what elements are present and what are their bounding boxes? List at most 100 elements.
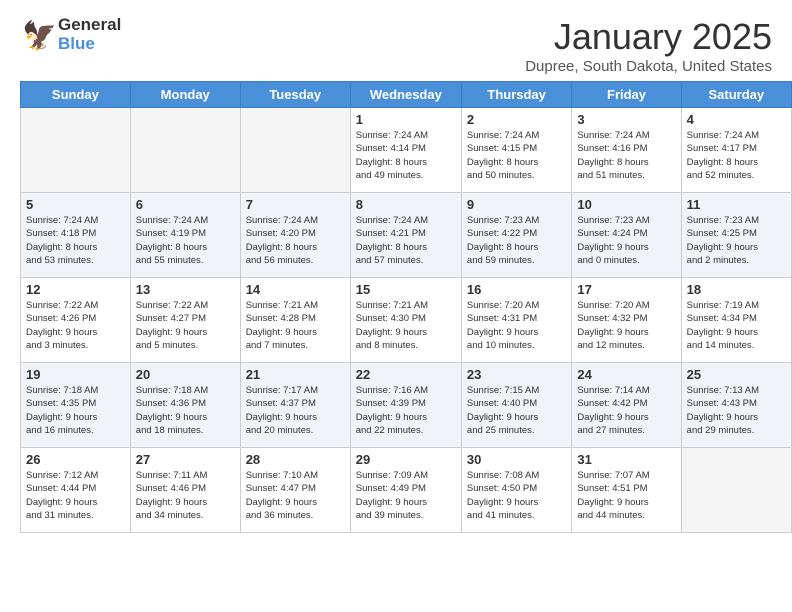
- day-info: Sunrise: 7:15 AM Sunset: 4:40 PM Dayligh…: [467, 384, 566, 437]
- day-number: 28: [246, 452, 345, 467]
- day-number: 1: [356, 112, 456, 127]
- day-number: 17: [577, 282, 675, 297]
- day-cell: 9 Sunrise: 7:23 AM Sunset: 4:22 PM Daylig…: [461, 193, 571, 278]
- weekday-header-monday: Monday: [130, 82, 240, 108]
- day-cell: 23Sunrise: 7:15 AM Sunset: 4:40 PM Dayli…: [461, 363, 571, 448]
- day-number: 25: [687, 367, 786, 382]
- weekday-header-friday: Friday: [572, 82, 681, 108]
- day-number: 22: [356, 367, 456, 382]
- weekday-header-wednesday: Wednesday: [350, 82, 461, 108]
- day-info: Sunrise: 7:14 AM Sunset: 4:42 PM Dayligh…: [577, 384, 675, 437]
- day-cell: 29 Sunrise: 7:09 AM Sunset: 4:49 PM Dayli…: [350, 448, 461, 533]
- day-cell: 13 Sunrise: 7:22 AM Sunset: 4:27 PM Dayli…: [130, 278, 240, 363]
- svg-text:🦅: 🦅: [22, 18, 56, 52]
- day-cell: [21, 108, 131, 193]
- day-number: 9: [467, 197, 566, 212]
- day-cell: 14 Sunrise: 7:21 AM Sunset: 4:28 PM Dayli…: [240, 278, 350, 363]
- day-info: Sunrise: 7:10 AM Sunset: 4:47 PM Dayligh…: [246, 469, 345, 522]
- day-number: 29: [356, 452, 456, 467]
- day-info: Sunrise: 7:11 AM Sunset: 4:46 PM Dayligh…: [136, 469, 235, 522]
- day-cell: 25Sunrise: 7:13 AM Sunset: 4:43 PM Dayli…: [681, 363, 791, 448]
- day-cell: 11Sunrise: 7:23 AM Sunset: 4:25 PM Dayli…: [681, 193, 791, 278]
- location: Dupree, South Dakota, United States: [525, 58, 772, 75]
- month-title: January 2025: [525, 16, 772, 58]
- day-cell: 22 Sunrise: 7:16 AM Sunset: 4:39 PM Dayli…: [350, 363, 461, 448]
- logo-blue: Blue: [58, 35, 121, 54]
- day-cell: 24 Sunrise: 7:14 AM Sunset: 4:42 PM Dayli…: [572, 363, 681, 448]
- day-cell: 5 Sunrise: 7:24 AM Sunset: 4:18 PM Daylig…: [21, 193, 131, 278]
- day-number: 24: [577, 367, 675, 382]
- day-cell: 19Sunrise: 7:18 AM Sunset: 4:35 PM Dayli…: [21, 363, 131, 448]
- day-number: 21: [246, 367, 345, 382]
- day-info: Sunrise: 7:24 AM Sunset: 4:20 PM Dayligh…: [246, 214, 345, 267]
- day-cell: 10 Sunrise: 7:23 AM Sunset: 4:24 PM Dayli…: [572, 193, 681, 278]
- day-number: 14: [246, 282, 345, 297]
- day-info: Sunrise: 7:08 AM Sunset: 4:50 PM Dayligh…: [467, 469, 566, 522]
- title-section: January 2025 Dupree, South Dakota, Unite…: [525, 16, 772, 75]
- day-number: 4: [687, 112, 786, 127]
- day-cell: 30Sunrise: 7:08 AM Sunset: 4:50 PM Dayli…: [461, 448, 571, 533]
- day-info: Sunrise: 7:18 AM Sunset: 4:36 PM Dayligh…: [136, 384, 235, 437]
- day-cell: 4 Sunrise: 7:24 AM Sunset: 4:17 PM Daylig…: [681, 108, 791, 193]
- day-info: Sunrise: 7:24 AM Sunset: 4:16 PM Dayligh…: [577, 129, 675, 182]
- logo-icon: 🦅: [20, 17, 56, 53]
- day-cell: 21Sunrise: 7:17 AM Sunset: 4:37 PM Dayli…: [240, 363, 350, 448]
- day-info: Sunrise: 7:09 AM Sunset: 4:49 PM Dayligh…: [356, 469, 456, 522]
- day-cell: 7 Sunrise: 7:24 AM Sunset: 4:20 PM Daylig…: [240, 193, 350, 278]
- day-number: 31: [577, 452, 675, 467]
- day-info: Sunrise: 7:21 AM Sunset: 4:30 PM Dayligh…: [356, 299, 456, 352]
- day-cell: [681, 448, 791, 533]
- day-number: 3: [577, 112, 675, 127]
- day-number: 19: [26, 367, 125, 382]
- day-info: Sunrise: 7:23 AM Sunset: 4:24 PM Dayligh…: [577, 214, 675, 267]
- calendar: SundayMondayTuesdayWednesdayThursdayFrid…: [20, 81, 792, 533]
- day-number: 13: [136, 282, 235, 297]
- day-info: Sunrise: 7:21 AM Sunset: 4:28 PM Dayligh…: [246, 299, 345, 352]
- day-cell: 27 Sunrise: 7:11 AM Sunset: 4:46 PM Dayli…: [130, 448, 240, 533]
- day-cell: 1 Sunrise: 7:24 AM Sunset: 4:14 PM Daylig…: [350, 108, 461, 193]
- day-cell: 12 Sunrise: 7:22 AM Sunset: 4:26 PM Dayli…: [21, 278, 131, 363]
- day-info: Sunrise: 7:12 AM Sunset: 4:44 PM Dayligh…: [26, 469, 125, 522]
- weekday-header-thursday: Thursday: [461, 82, 571, 108]
- day-info: Sunrise: 7:24 AM Sunset: 4:14 PM Dayligh…: [356, 129, 456, 182]
- day-cell: [240, 108, 350, 193]
- day-cell: 31 Sunrise: 7:07 AM Sunset: 4:51 PM Dayli…: [572, 448, 681, 533]
- day-cell: 20 Sunrise: 7:18 AM Sunset: 4:36 PM Dayli…: [130, 363, 240, 448]
- day-number: 27: [136, 452, 235, 467]
- day-info: Sunrise: 7:20 AM Sunset: 4:31 PM Dayligh…: [467, 299, 566, 352]
- day-info: Sunrise: 7:16 AM Sunset: 4:39 PM Dayligh…: [356, 384, 456, 437]
- day-info: Sunrise: 7:22 AM Sunset: 4:27 PM Dayligh…: [136, 299, 235, 352]
- day-info: Sunrise: 7:24 AM Sunset: 4:21 PM Dayligh…: [356, 214, 456, 267]
- day-cell: 15 Sunrise: 7:21 AM Sunset: 4:30 PM Dayli…: [350, 278, 461, 363]
- day-number: 26: [26, 452, 125, 467]
- day-number: 18: [687, 282, 786, 297]
- logo-general: General: [58, 16, 121, 35]
- day-cell: 28 Sunrise: 7:10 AM Sunset: 4:47 PM Dayli…: [240, 448, 350, 533]
- day-cell: 8 Sunrise: 7:24 AM Sunset: 4:21 PM Daylig…: [350, 193, 461, 278]
- day-info: Sunrise: 7:24 AM Sunset: 4:18 PM Dayligh…: [26, 214, 125, 267]
- weekday-header-tuesday: Tuesday: [240, 82, 350, 108]
- day-number: 7: [246, 197, 345, 212]
- weekday-header-sunday: Sunday: [21, 82, 131, 108]
- day-number: 15: [356, 282, 456, 297]
- day-info: Sunrise: 7:23 AM Sunset: 4:25 PM Dayligh…: [687, 214, 786, 267]
- day-number: 2: [467, 112, 566, 127]
- day-info: Sunrise: 7:24 AM Sunset: 4:15 PM Dayligh…: [467, 129, 566, 182]
- day-number: 20: [136, 367, 235, 382]
- day-number: 8: [356, 197, 456, 212]
- day-number: 10: [577, 197, 675, 212]
- day-number: 12: [26, 282, 125, 297]
- day-info: Sunrise: 7:07 AM Sunset: 4:51 PM Dayligh…: [577, 469, 675, 522]
- day-info: Sunrise: 7:23 AM Sunset: 4:22 PM Dayligh…: [467, 214, 566, 267]
- day-info: Sunrise: 7:24 AM Sunset: 4:17 PM Dayligh…: [687, 129, 786, 182]
- day-info: Sunrise: 7:22 AM Sunset: 4:26 PM Dayligh…: [26, 299, 125, 352]
- day-cell: 2 Sunrise: 7:24 AM Sunset: 4:15 PM Daylig…: [461, 108, 571, 193]
- day-info: Sunrise: 7:24 AM Sunset: 4:19 PM Dayligh…: [136, 214, 235, 267]
- day-cell: [130, 108, 240, 193]
- day-info: Sunrise: 7:20 AM Sunset: 4:32 PM Dayligh…: [577, 299, 675, 352]
- weekday-header-saturday: Saturday: [681, 82, 791, 108]
- day-cell: 16Sunrise: 7:20 AM Sunset: 4:31 PM Dayli…: [461, 278, 571, 363]
- day-cell: 18Sunrise: 7:19 AM Sunset: 4:34 PM Dayli…: [681, 278, 791, 363]
- day-number: 5: [26, 197, 125, 212]
- day-cell: 26 Sunrise: 7:12 AM Sunset: 4:44 PM Dayli…: [21, 448, 131, 533]
